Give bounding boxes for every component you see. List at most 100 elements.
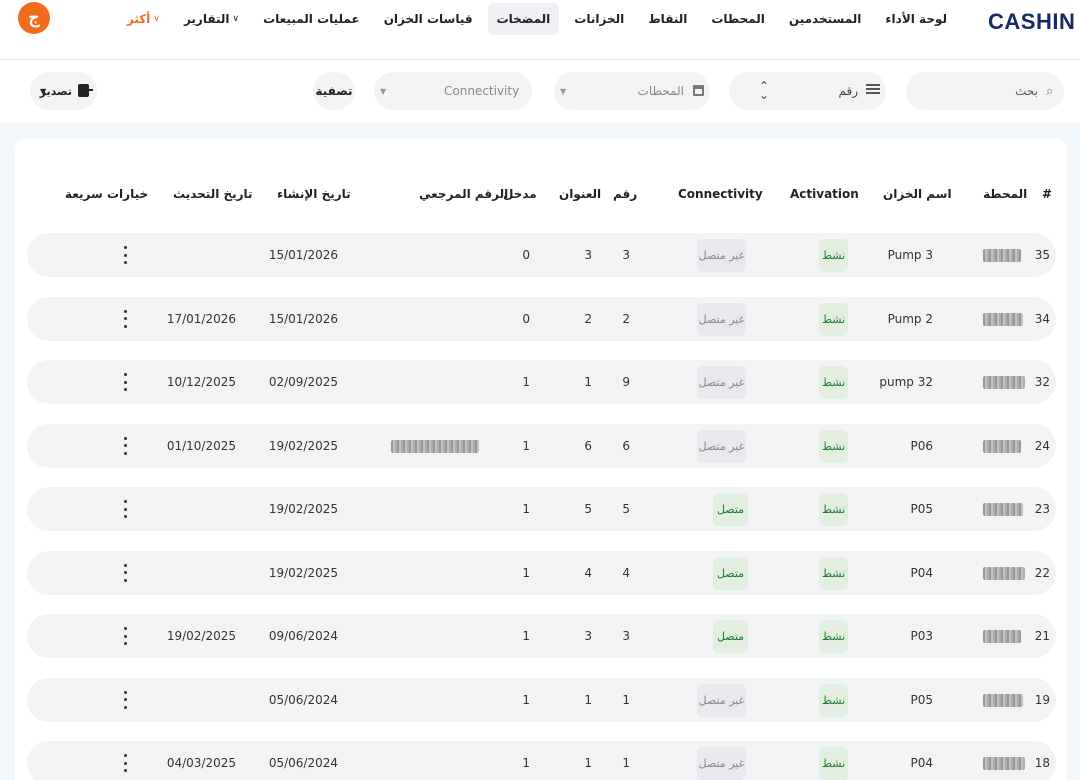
- activation-badge: نشط: [819, 556, 848, 590]
- cell-created-date: 05/06/2024: [268, 756, 338, 770]
- cell-number: 9: [622, 375, 630, 389]
- cell-tank-name: P05: [910, 692, 933, 707]
- cell-number: 3: [622, 248, 630, 262]
- more-options-icon[interactable]: [120, 751, 130, 775]
- table-row[interactable]: 18 P04 نشط غير متصل 1 1 1 05/06/2024 04/03/2025: [27, 741, 1056, 780]
- cell-station-redacted: [983, 376, 1025, 389]
- cell-station-redacted: [983, 439, 1021, 453]
- nav-tank-measurements[interactable]: قياسات الخزان: [375, 3, 482, 35]
- cell-address: 4: [584, 565, 592, 580]
- filter-button[interactable]: تصفية: [313, 72, 355, 110]
- header-quick-actions: خيارات سريعة: [65, 187, 149, 201]
- cell-input: 1: [522, 502, 530, 516]
- header-activation[interactable]: Activation: [790, 187, 859, 201]
- connectivity-badge: غير متصل: [697, 429, 746, 463]
- cell-updated-date: 10/12/2025: [166, 375, 236, 389]
- cell-created-date: 05/06/2024: [268, 692, 338, 707]
- export-button[interactable]: تصدير ▼: [30, 72, 97, 110]
- nav-reports[interactable]: التقارير ∨: [175, 3, 248, 35]
- more-options-icon[interactable]: [120, 688, 130, 712]
- more-options-icon[interactable]: [120, 561, 130, 585]
- header-address[interactable]: العنوان: [559, 187, 601, 201]
- station-placeholder: المحطات: [637, 84, 684, 98]
- dropdown-caret-icon: ▼: [40, 86, 47, 96]
- more-options-icon[interactable]: [120, 370, 130, 394]
- cell-address: 1: [584, 692, 592, 707]
- pumps-table-card: # المحطة اسم الخزان Activation Connectiv…: [15, 139, 1067, 780]
- nav-points-label: النقاط: [648, 12, 688, 26]
- more-options-icon[interactable]: [120, 307, 130, 331]
- nav-dashboard[interactable]: لوحة الأداء: [876, 3, 956, 35]
- cell-created-date: 19/02/2025: [268, 565, 338, 580]
- nav-dashboard-label: لوحة الأداء: [885, 12, 947, 26]
- nav-tanks[interactable]: الخزانات: [565, 3, 633, 35]
- more-options-icon[interactable]: [120, 624, 130, 648]
- activation-badge: نشط: [819, 429, 848, 463]
- cell-number: 2: [622, 311, 630, 326]
- header-index: #: [1042, 187, 1053, 201]
- cell-number: 1: [622, 692, 630, 707]
- cell-tank-name: P04: [910, 565, 933, 580]
- search-icon: ⌕: [1046, 83, 1054, 99]
- activation-badge: نشط: [819, 747, 848, 780]
- brand-logo[interactable]: CASHIN: [988, 8, 1075, 36]
- cell-address: 1: [584, 375, 592, 389]
- table-row[interactable]: 35 Pump 3 نشط غير متصل 3 3 0 15/01/2026: [27, 233, 1056, 277]
- sort-select[interactable]: رقم ⌃ ⌄: [729, 72, 886, 110]
- chevron-down-icon: ∨: [153, 14, 160, 24]
- station-select[interactable]: المحطات ▼: [554, 72, 710, 110]
- nav-pumps[interactable]: المضخات: [487, 3, 560, 35]
- header-connectivity[interactable]: Connectivity: [678, 187, 763, 201]
- chevron-down-icon: ∨: [232, 14, 240, 24]
- nav-sales-operations[interactable]: عمليات المبيعات: [254, 3, 369, 35]
- cell-station-redacted: [983, 630, 1021, 643]
- nav-pumps-label: المضخات: [496, 12, 551, 26]
- header-reference[interactable]: الرقم المرجعي: [419, 187, 508, 201]
- nav-more-label: أكثر: [126, 12, 151, 26]
- table-row[interactable]: 21 P03 نشط متصل 3 3 1 09/06/2024 19/02/2025: [27, 614, 1056, 658]
- header-updated-date[interactable]: تاريخ التحديث: [173, 187, 253, 201]
- cell-tank-name: P06: [910, 438, 933, 453]
- table-row[interactable]: 34 Pump 2 نشط غير متصل 2 2 0 15/01/2026 17/01/20…: [27, 296, 1056, 341]
- cell-id: 35: [1034, 248, 1050, 262]
- nav-more[interactable]: أكثر ∨: [118, 3, 169, 35]
- search-input[interactable]: بحث ⌕: [906, 72, 1064, 110]
- filter-button-label: تصفية: [315, 84, 353, 98]
- table-row[interactable]: 22 P04 نشط متصل 4 4 1 19/02/2025: [27, 550, 1056, 595]
- filter-bar: بحث ⌕ رقم ⌃ ⌄ المحطات ▼ Connectivity ▼ تص…: [0, 61, 1080, 123]
- cell-id: 34: [1034, 311, 1050, 326]
- cell-id: 19: [1034, 692, 1050, 707]
- connectivity-select[interactable]: Connectivity ▼: [374, 72, 532, 110]
- nav-stations[interactable]: المحطات: [702, 3, 774, 35]
- more-options-icon[interactable]: [120, 497, 130, 521]
- user-avatar[interactable]: ج: [18, 2, 50, 34]
- connectivity-badge: غير متصل: [697, 302, 746, 336]
- table-row[interactable]: 23 P05 نشط متصل 5 5 1 19/02/2025: [27, 487, 1056, 531]
- activation-badge: نشط: [819, 683, 848, 717]
- more-options-icon[interactable]: [120, 243, 130, 267]
- connectivity-badge: غير متصل: [697, 747, 746, 780]
- top-navigation-bar: CASHIN ج لوحة الأداء المستخدمين المحطات …: [0, 0, 1080, 60]
- activation-badge: نشط: [819, 620, 848, 653]
- sort-direction-icon[interactable]: ⌃ ⌄: [759, 80, 769, 101]
- nav-users[interactable]: المستخدمين: [780, 3, 870, 35]
- nav-points[interactable]: النقاط: [639, 3, 696, 35]
- nav-tank-measurements-label: قياسات الخزان: [383, 12, 473, 26]
- cell-id: 22: [1034, 565, 1050, 580]
- header-created-date[interactable]: تاريخ الإنشاء: [277, 187, 351, 201]
- table-row[interactable]: 19 P05 نشط غير متصل 1 1 1 05/06/2024: [27, 677, 1056, 722]
- nav-tanks-label: الخزانات: [574, 12, 625, 26]
- connectivity-badge: غير متصل: [697, 366, 746, 399]
- more-options-icon[interactable]: [120, 434, 130, 458]
- table-row[interactable]: 32 pump 32 نشط غير متصل 9 1 1 02/09/2025 10/12/2…: [27, 360, 1056, 404]
- header-tank-name[interactable]: اسم الخزان: [883, 187, 952, 201]
- cell-number: 3: [622, 629, 630, 643]
- cell-tank-name: Pump 3: [887, 248, 933, 262]
- cell-created-date: 15/01/2026: [268, 248, 338, 262]
- cell-updated-date: 01/10/2025: [166, 438, 236, 453]
- table-row[interactable]: 24 P06 نشط غير متصل 6 6 1 19/02/2025 01/10/2025: [27, 423, 1056, 468]
- cell-input: 1: [522, 438, 530, 453]
- cell-updated-date: 17/01/2026: [166, 311, 236, 326]
- header-number[interactable]: رقم: [613, 187, 637, 201]
- dropdown-caret-icon: ▼: [560, 86, 567, 96]
